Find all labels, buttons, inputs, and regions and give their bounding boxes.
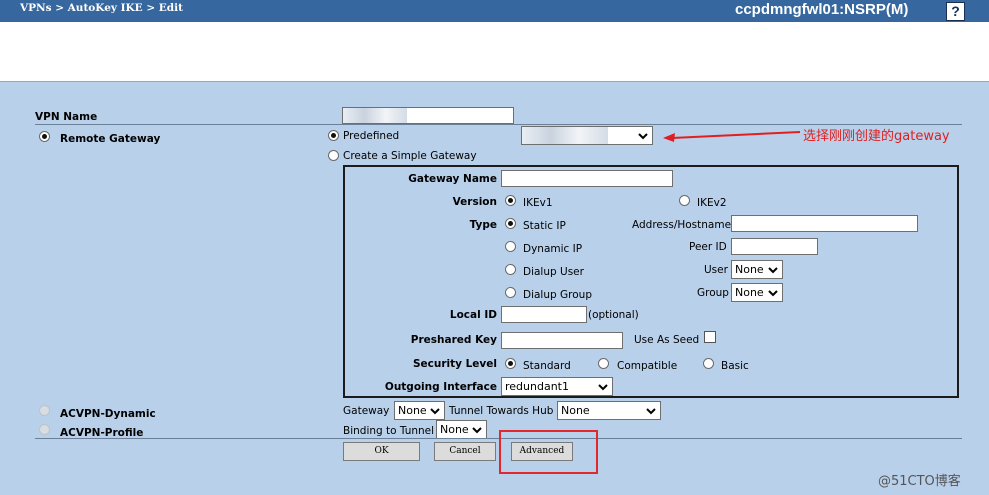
- acvpn-gateway-value: None: [398, 404, 427, 417]
- remote-gateway-label: Remote Gateway: [60, 133, 161, 145]
- create-simple-gateway-radio[interactable]: [328, 150, 339, 161]
- remote-gateway-radio[interactable]: [39, 131, 50, 142]
- dialup-user-radio[interactable]: [505, 264, 516, 275]
- vpn-name-input[interactable]: [342, 107, 514, 124]
- dynamic-ip-label: Dynamic IP: [523, 243, 583, 255]
- annotation-note: 选择刚刚创建的gateway: [803, 129, 950, 144]
- binding-to-tunnel-label: Binding to Tunnel: [343, 425, 435, 437]
- binding-to-tunnel-select[interactable]: None: [436, 420, 487, 439]
- ikev2-label: IKEv2: [697, 197, 727, 209]
- chevron-down-icon: [472, 427, 482, 434]
- ikev1-radio[interactable]: [505, 195, 516, 206]
- dialup-user-label: Dialup User: [523, 266, 584, 278]
- create-simple-gateway-label: Create a Simple Gateway: [343, 150, 477, 162]
- outgoing-interface-select[interactable]: redundant1: [501, 377, 613, 396]
- ok-button[interactable]: OK: [343, 442, 420, 461]
- acvpn-dynamic-label: ACVPN-Dynamic: [60, 408, 156, 420]
- group-label: Group: [697, 287, 729, 299]
- binding-to-tunnel-value: None: [440, 423, 469, 436]
- device-title: ccpdmngfwl01:NSRP(M): [735, 1, 909, 18]
- chevron-down-icon: [768, 290, 778, 297]
- dynamic-ip-radio[interactable]: [505, 241, 516, 252]
- tunnel-towards-hub-label: Tunnel Towards Hub: [449, 405, 554, 417]
- ikev1-label: IKEv1: [523, 197, 553, 209]
- predefined-gateway-select[interactable]: [521, 126, 653, 145]
- annotation-arrow: [663, 131, 801, 142]
- gateway-name-input[interactable]: [501, 170, 673, 187]
- chevron-down-icon: [598, 384, 608, 391]
- type-label: Type: [469, 219, 497, 231]
- chevron-down-icon: [768, 267, 778, 274]
- dialup-group-label: Dialup Group: [523, 289, 592, 301]
- acvpn-gateway-label: Gateway: [343, 405, 390, 417]
- compatible-radio[interactable]: [598, 358, 609, 369]
- breadcrumb: VPNs > AutoKey IKE > Edit: [20, 2, 183, 14]
- annotation-highlight-box: [499, 430, 598, 474]
- watermark: @51CTO博客: [878, 474, 961, 489]
- group-select[interactable]: None: [731, 283, 783, 302]
- ikev2-radio[interactable]: [679, 195, 690, 206]
- group-select-value: None: [735, 286, 764, 299]
- user-label: User: [704, 264, 728, 276]
- address-hostname-label: Address/Hostname: [632, 219, 732, 231]
- compatible-label: Compatible: [617, 360, 678, 372]
- redacted-value: [522, 127, 608, 144]
- standard-radio[interactable]: [505, 358, 516, 369]
- help-icon[interactable]: ?: [946, 2, 965, 21]
- version-label: Version: [452, 196, 497, 208]
- local-id-optional-hint: (optional): [588, 309, 639, 321]
- acvpn-gateway-select[interactable]: None: [394, 401, 445, 420]
- address-hostname-input[interactable]: [731, 215, 918, 232]
- standard-label: Standard: [523, 360, 571, 372]
- peer-id-input[interactable]: [731, 238, 818, 255]
- preshared-key-label: Preshared Key: [410, 334, 497, 346]
- redacted-value: [343, 108, 407, 123]
- user-select[interactable]: None: [731, 260, 783, 279]
- use-as-seed-label: Use As Seed: [634, 334, 700, 346]
- gateway-name-label: Gateway Name: [408, 173, 497, 185]
- peer-id-label: Peer ID: [689, 241, 727, 253]
- chevron-down-icon: [638, 133, 648, 140]
- static-ip-radio[interactable]: [505, 218, 516, 229]
- predefined-radio[interactable]: [328, 130, 339, 141]
- preshared-key-input[interactable]: [501, 332, 623, 349]
- acvpn-dynamic-radio[interactable]: [39, 405, 50, 416]
- local-id-label: Local ID: [449, 309, 497, 321]
- chevron-down-icon: [646, 408, 656, 415]
- basic-label: Basic: [721, 360, 749, 372]
- dialup-group-radio[interactable]: [505, 287, 516, 298]
- acvpn-profile-radio[interactable]: [39, 424, 50, 435]
- static-ip-label: Static IP: [523, 220, 566, 232]
- chevron-down-icon: [430, 408, 440, 415]
- basic-radio[interactable]: [703, 358, 714, 369]
- tunnel-towards-hub-value: None: [561, 404, 590, 417]
- cancel-button[interactable]: Cancel: [434, 442, 496, 461]
- local-id-input[interactable]: [501, 306, 587, 323]
- user-select-value: None: [735, 263, 764, 276]
- tunnel-towards-hub-select[interactable]: None: [557, 401, 661, 420]
- vpn-name-label: VPN Name: [35, 111, 98, 123]
- outgoing-interface-value: redundant1: [505, 380, 569, 393]
- header-pane: [0, 22, 989, 82]
- predefined-label: Predefined: [343, 130, 400, 142]
- outgoing-interface-label: Outgoing Interface: [384, 381, 497, 393]
- use-as-seed-checkbox[interactable]: [704, 331, 716, 343]
- security-level-label: Security Level: [412, 358, 497, 370]
